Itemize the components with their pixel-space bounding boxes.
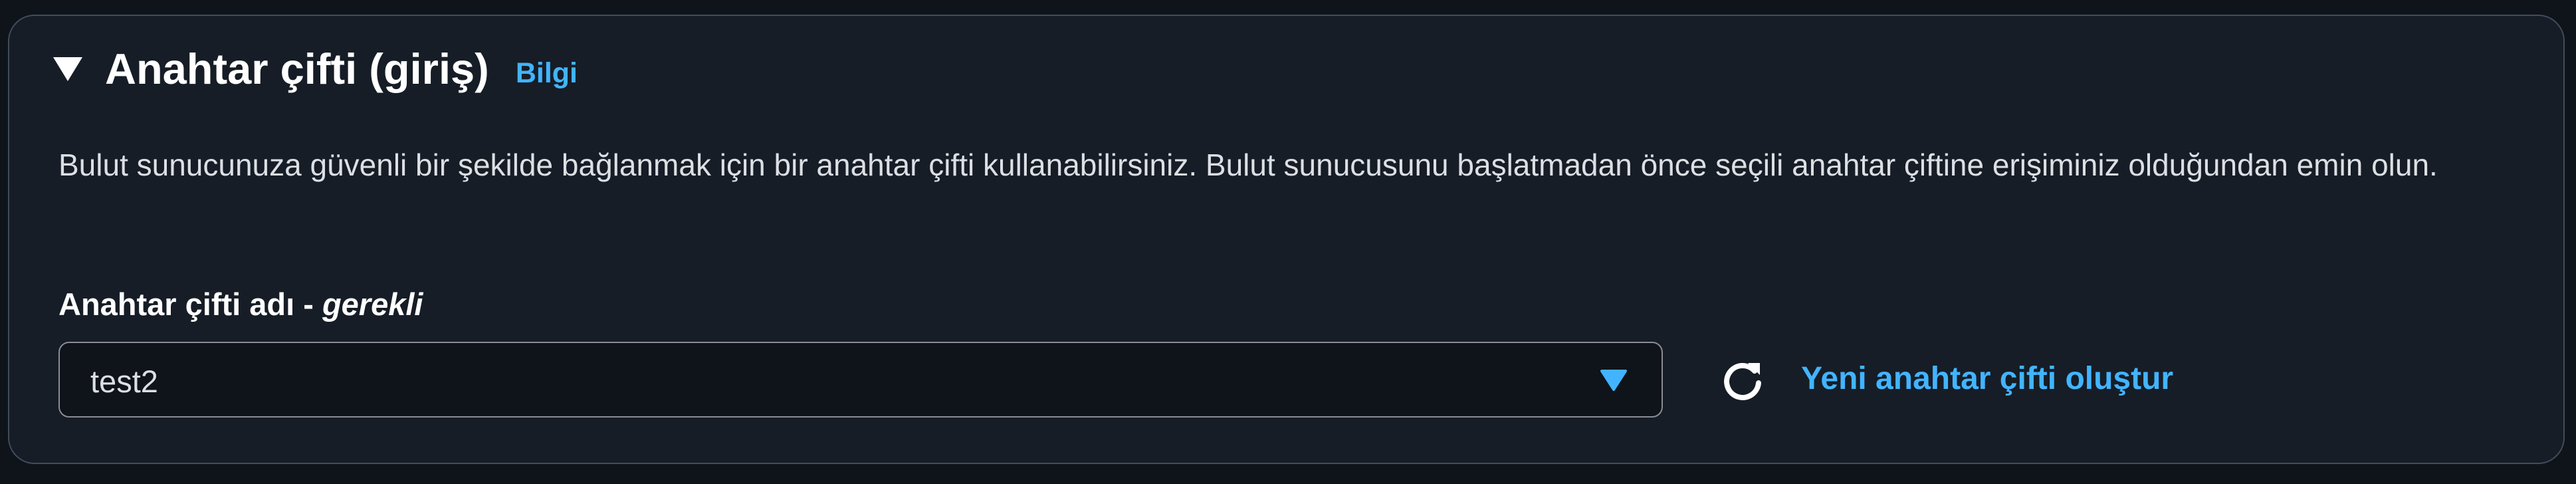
create-key-pair-link[interactable]: Yeni anahtar çifti oluştur — [1801, 360, 2173, 397]
section-title[interactable]: Anahtar çifti (giriş) — [105, 44, 489, 94]
info-link[interactable]: Bilgi — [516, 57, 578, 90]
field-label-text: Anahtar çifti adı - — [58, 287, 322, 322]
collapse-caret-icon[interactable] — [52, 53, 84, 85]
required-label: gerekli — [322, 287, 423, 322]
section-header: Anahtar çifti (giriş) Bilgi — [52, 44, 578, 94]
section-description: Bulut sunucunuza güvenli bir şekilde bağ… — [58, 148, 2438, 182]
key-pair-select[interactable]: test2 — [58, 342, 1663, 418]
chevron-down-icon — [1600, 370, 1627, 391]
key-pair-selected-value: test2 — [90, 364, 158, 399]
key-pair-name-label: Anahtar çifti adı - gerekli — [58, 286, 423, 322]
refresh-icon[interactable] — [1719, 356, 1767, 404]
